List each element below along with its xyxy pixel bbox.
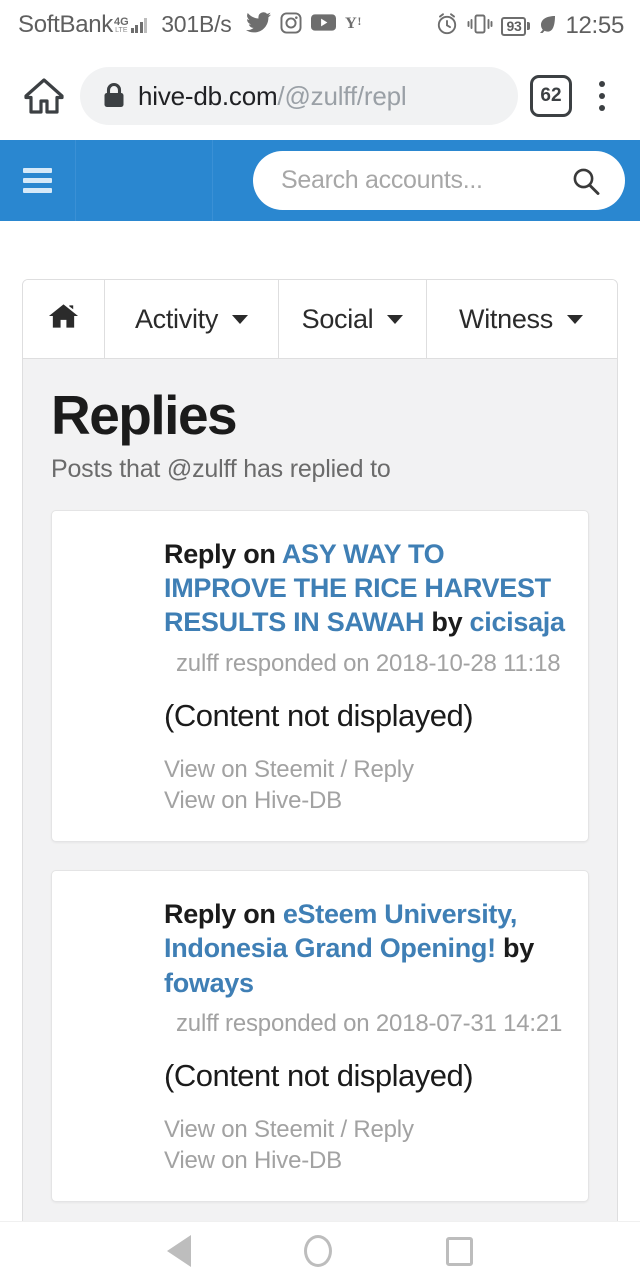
lock-icon [102,82,126,110]
network-type-badge: 4G LTE [114,16,129,35]
hamburger-menu-button[interactable] [0,140,76,221]
yahoo-icon: Y! [345,13,368,32]
home-icon[interactable] [304,1235,333,1267]
by-label: by [424,607,470,638]
reply-timestamp: zulff responded on 2018-07-31 14:21 [176,1009,563,1037]
chevron-down-icon [387,314,404,324]
svg-text:Y: Y [345,13,357,32]
url-text: hive-db.com/@zulff/repl [138,81,406,112]
home-icon[interactable] [16,68,72,124]
reply-headline: Reply on ASY WAY TO IMPROVE THE RICE HAR… [164,537,566,640]
tab-activity-label: Activity [134,303,219,334]
home-icon [48,302,79,337]
tab-activity[interactable]: Activity [105,280,279,358]
tab-social[interactable]: Social [279,280,427,358]
reply-card: Reply on ASY WAY TO IMPROVE THE RICE HAR… [51,509,589,842]
status-bar-left: SoftBank 4G LTE 301B/s Y! [18,11,435,42]
reply-headline: Reply on eSteem University, Indonesia Gr… [164,897,566,1000]
clock-label: 12:55 [565,12,624,39]
page-content: Activity Social Witness Replies Posts th… [0,221,640,1280]
search-area [213,151,640,210]
tab-witness-label: Witness [459,303,553,334]
tab-witness[interactable]: Witness [427,280,615,358]
profile-tab-bar: Activity Social Witness [23,280,617,359]
youtube-icon [310,13,336,32]
replies-list: Reply on ASY WAY TO IMPROVE THE RICE HAR… [23,509,617,1280]
view-on-steemit-link[interactable]: View on Steemit / Reply [164,1114,566,1146]
chevron-down-icon [566,314,583,324]
hamburger-icon [23,168,52,193]
page-heading: Replies Posts that @zulff has replied to [23,359,617,510]
chevron-down-icon [232,314,249,324]
status-bar: SoftBank 4G LTE 301B/s Y! 93 12:55 [0,0,640,52]
reply-prefix-label: Reply on [164,538,282,569]
eco-mode-icon [538,14,557,39]
android-navigation-bar [0,1221,640,1280]
search-icon[interactable] [571,166,601,196]
reply-body-text: (Content not displayed) [164,697,474,733]
view-on-steemit-link[interactable]: View on Steemit / Reply [164,754,566,786]
twitter-icon [245,12,271,33]
instagram-icon [280,12,302,34]
status-bar-right: 93 12:55 [435,12,624,41]
post-author-link[interactable]: foways [164,968,254,998]
network-sub-label: LTE [115,27,128,35]
back-icon[interactable] [166,1235,191,1267]
search-accounts-box[interactable] [253,151,625,210]
svg-text:!: ! [357,16,361,28]
network-generation-label: 4G [114,16,129,29]
overflow-menu-icon[interactable] [578,68,626,124]
profile-panel: Activity Social Witness Replies Posts th… [22,279,618,1280]
search-input[interactable] [281,166,565,195]
url-domain: hive-db.com [138,80,278,111]
alarm-icon [435,12,459,41]
reply-card: Reply on eSteem University, Indonesia Gr… [51,869,589,1203]
vibrate-icon [467,12,493,41]
battery-icon: 93 [501,16,531,36]
reply-timestamp: zulff responded on 2018-10-28 11:18 [176,649,561,677]
data-speed-label: 301B/s [161,11,232,38]
notification-app-icons: Y! [245,12,368,34]
battery-percent-label: 93 [506,18,522,34]
reply-prefix-label: Reply on [164,898,283,929]
page-subtitle: Posts that @zulff has replied to [51,454,391,483]
view-on-hivedb-link[interactable]: View on Hive-DB [164,1145,566,1177]
signal-strength-icon [130,17,148,34]
recents-icon[interactable] [446,1236,474,1266]
carrier-label: SoftBank [18,11,113,39]
url-path: /@zulff/repl [277,80,407,111]
page-title: Replies [51,384,238,446]
reply-action-links: View on Steemit / Reply View on Hive-DB [164,754,566,817]
tab-counter-button[interactable]: 62 [530,75,572,117]
view-on-hivedb-link[interactable]: View on Hive-DB [164,785,566,817]
by-label: by [495,933,534,964]
tab-social-label: Social [301,303,374,334]
tab-count-label: 62 [540,85,562,106]
reply-body-text: (Content not displayed) [164,1057,474,1093]
address-bar[interactable]: hive-db.com/@zulff/repl [80,67,518,125]
post-author-link[interactable]: cicisaja [470,607,565,637]
reply-action-links: View on Steemit / Reply View on Hive-DB [164,1114,566,1177]
browser-toolbar: hive-db.com/@zulff/repl 62 [0,52,640,140]
tab-home[interactable] [23,280,105,358]
navbar-spacer [76,140,213,221]
site-navbar [0,140,640,221]
